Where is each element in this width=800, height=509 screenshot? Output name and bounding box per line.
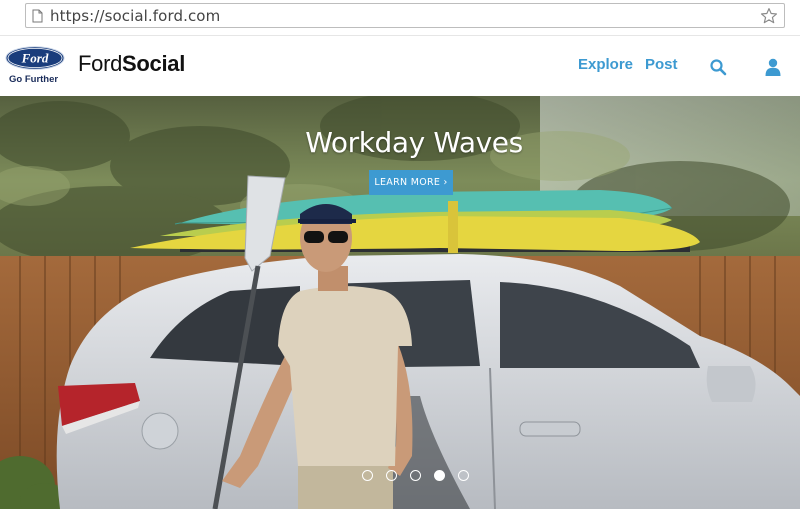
- tagline: Go Further: [9, 74, 59, 85]
- ford-logo-text: Ford: [21, 51, 49, 66]
- carousel-dot[interactable]: [386, 470, 397, 481]
- url-text[interactable]: https://social.ford.com: [50, 7, 220, 25]
- carousel-dot[interactable]: [458, 470, 469, 481]
- carousel-dot[interactable]: [362, 470, 373, 481]
- brand-part-ford: Ford: [78, 51, 123, 76]
- ford-logo[interactable]: Ford: [5, 46, 65, 70]
- site-brand[interactable]: FordSocial: [78, 51, 185, 77]
- site-header: Ford Go Further FordSocial Explore Post: [0, 36, 800, 96]
- search-icon[interactable]: [709, 58, 727, 76]
- user-icon[interactable]: [765, 58, 781, 76]
- carousel-dot-active[interactable]: [434, 470, 445, 481]
- page-icon: [32, 9, 43, 23]
- address-bar[interactable]: https://social.ford.com: [25, 3, 785, 28]
- carousel-dot[interactable]: [410, 470, 421, 481]
- hero-title: Workday Waves: [305, 126, 523, 159]
- carousel-indicators: [362, 470, 472, 484]
- hero-banner[interactable]: Workday Waves LEARN MORE ›: [0, 96, 800, 509]
- nav-post[interactable]: Post: [645, 56, 678, 73]
- learn-more-button[interactable]: LEARN MORE ›: [369, 170, 453, 195]
- bookmark-star-icon[interactable]: [760, 7, 778, 25]
- nav-explore[interactable]: Explore: [578, 56, 633, 73]
- brand-part-social: Social: [122, 51, 186, 76]
- browser-toolbar: https://social.ford.com: [0, 0, 800, 36]
